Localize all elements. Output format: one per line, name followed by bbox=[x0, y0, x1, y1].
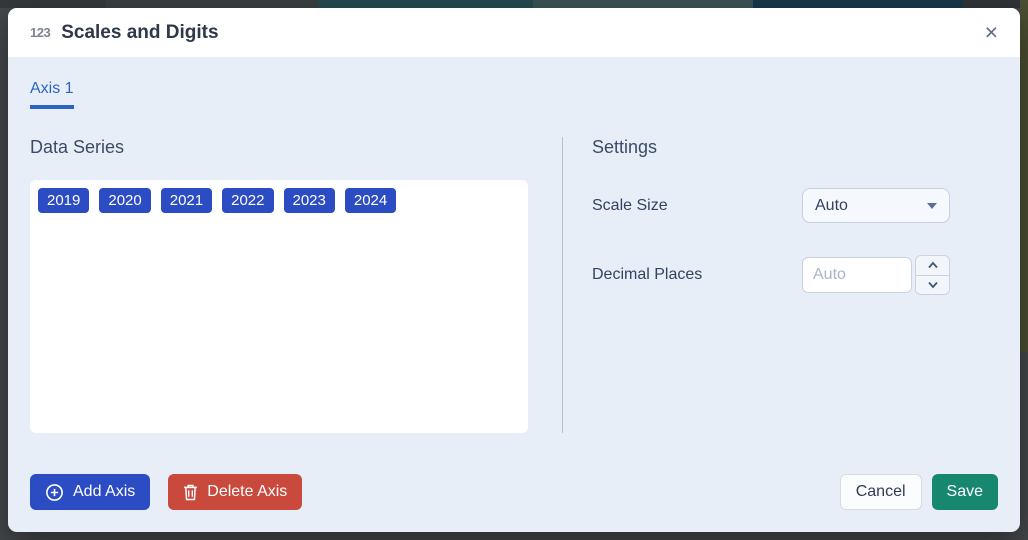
decimal-places-input[interactable] bbox=[802, 257, 912, 293]
plus-circle-icon bbox=[45, 483, 64, 502]
delete-axis-button[interactable]: Delete Axis bbox=[168, 474, 302, 510]
data-series-chip[interactable]: 2023 bbox=[284, 188, 335, 213]
background-page-remnant-top bbox=[0, 0, 1028, 8]
chevron-up-icon bbox=[927, 261, 939, 269]
background-segment bbox=[963, 0, 1028, 8]
background-segment bbox=[318, 0, 533, 8]
decimal-places-row: Decimal Places bbox=[592, 255, 950, 295]
background-segment bbox=[753, 0, 963, 8]
decimal-places-label: Decimal Places bbox=[592, 266, 802, 284]
settings-section: Settings Scale Size Auto Decimal Places bbox=[563, 137, 950, 433]
dialog-body: Axis 1 Data Series 201920202021202220232… bbox=[8, 57, 1020, 532]
trash-icon bbox=[183, 484, 198, 501]
decimal-places-stepper bbox=[915, 255, 950, 295]
delete-axis-label: Delete Axis bbox=[207, 483, 287, 501]
cancel-button[interactable]: Cancel bbox=[840, 474, 922, 510]
scale-size-select[interactable]: Auto bbox=[802, 188, 950, 223]
save-button[interactable]: Save bbox=[932, 474, 998, 510]
tab-axis-1[interactable]: Axis 1 bbox=[30, 80, 74, 109]
dialog-content: Data Series 2019 2020 2021 2022 2023 2024 Set… bbox=[30, 137, 998, 433]
data-series-chip[interactable]: 2024 bbox=[345, 188, 396, 213]
data-series-panel: 2019 2020 2021 2022 2023 2024 bbox=[30, 180, 528, 433]
caret-down-icon bbox=[927, 203, 937, 209]
add-axis-button[interactable]: Add Axis bbox=[30, 474, 150, 510]
dialog-header: 123 Scales and Digits × bbox=[8, 8, 1020, 57]
data-series-chip[interactable]: 2021 bbox=[161, 188, 212, 213]
background-segment bbox=[0, 0, 106, 8]
footer-left-actions: Add Axis Delete Axis bbox=[30, 474, 302, 510]
add-axis-label: Add Axis bbox=[73, 483, 135, 501]
data-series-chip[interactable]: 2019 bbox=[38, 188, 89, 213]
axis-tab-bar: Axis 1 bbox=[30, 80, 998, 109]
scale-size-row: Scale Size Auto bbox=[592, 188, 950, 223]
decimal-places-control bbox=[802, 255, 950, 295]
footer-right-actions: Cancel Save bbox=[840, 474, 998, 510]
background-page-remnant-right bbox=[1020, 0, 1028, 352]
chevron-down-icon bbox=[927, 281, 939, 289]
data-series-heading: Data Series bbox=[30, 137, 528, 158]
background-segment bbox=[533, 0, 753, 8]
scales-and-digits-dialog: 123 Scales and Digits × Axis 1 Data Seri… bbox=[8, 8, 1020, 532]
close-icon[interactable]: × bbox=[985, 21, 998, 44]
dialog-title: Scales and Digits bbox=[61, 22, 218, 44]
settings-heading: Settings bbox=[592, 137, 950, 158]
background-segment bbox=[106, 0, 318, 8]
data-series-section: Data Series 2019 2020 2021 2022 2023 2024 bbox=[30, 137, 528, 433]
scale-size-label: Scale Size bbox=[592, 197, 802, 215]
scale-size-value: Auto bbox=[815, 197, 848, 215]
data-series-chip[interactable]: 2020 bbox=[99, 188, 150, 213]
stepper-up-button[interactable] bbox=[916, 256, 949, 276]
stepper-down-button[interactable] bbox=[916, 276, 949, 295]
numeric-123-icon: 123 bbox=[30, 25, 50, 40]
data-series-chip[interactable]: 2022 bbox=[222, 188, 273, 213]
dimmed-page-backdrop: 123 Scales and Digits × Axis 1 Data Seri… bbox=[0, 0, 1028, 540]
dialog-footer: Add Axis Delete Axis Cancel Save bbox=[30, 474, 998, 532]
data-series-chip-list: 2019 2020 2021 2022 2023 2024 bbox=[38, 188, 520, 213]
